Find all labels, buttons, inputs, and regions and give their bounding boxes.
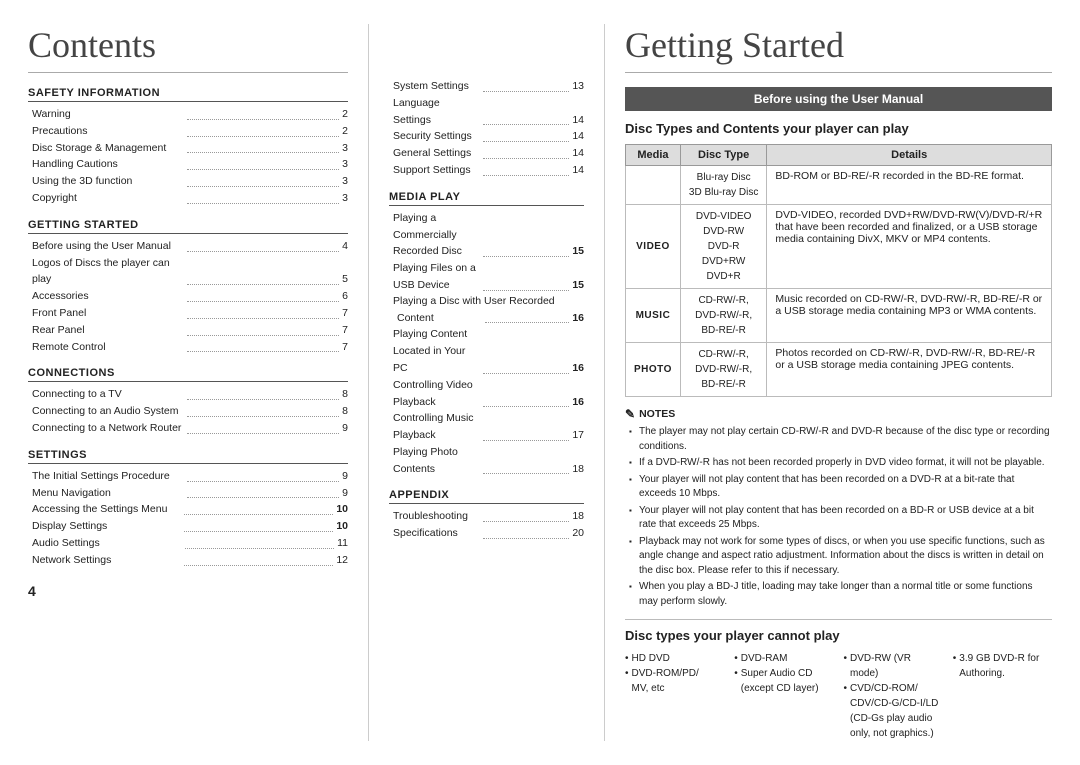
note-item: Playback may not work for some types of …	[629, 535, 1052, 579]
cannot-play-col: •DVD-RW (VRmode) •CVD/CD-ROM/CDV/CD-G/CD…	[844, 651, 943, 741]
toc-item: Menu Navigation9	[28, 485, 348, 502]
cannot-play-item: •3.9 GB DVD-R forAuthoring.	[953, 651, 1052, 681]
table-row: PHOTO CD-RW/-R, DVD-RW/-R, BD-RE/-R Phot…	[626, 343, 1052, 397]
cannot-play-item: •DVD-RW (VRmode)	[844, 651, 943, 681]
note-item: When you play a BD-J title, loading may …	[629, 580, 1052, 609]
toc-item: Playing Photo Contents18	[389, 444, 584, 478]
toc-item: Before using the User Manual4	[28, 238, 348, 255]
cannot-play-item: •CVD/CD-ROM/CDV/CD-G/CD-I/LD(CD-Gs play …	[844, 681, 943, 741]
toc-item: Support Settings14	[389, 162, 584, 179]
toc-item: Accessing the Settings Menu10	[28, 501, 348, 518]
table-cell-media	[626, 166, 681, 205]
table-cell-disc-type: DVD-VIDEO DVD-RW DVD-R DVD+RW DVD+R	[680, 205, 766, 289]
toc-item: Front Panel7	[28, 305, 348, 322]
section-connections: CONNECTIONS	[28, 367, 348, 382]
toc-item: Content16	[389, 310, 584, 327]
toc-item: Connecting to a TV8	[28, 386, 348, 403]
toc-item: Accessories6	[28, 288, 348, 305]
table-header-details: Details	[767, 145, 1052, 166]
getting-started-title: Getting Started	[625, 24, 1052, 73]
toc-item: Playing Content Located in Your PC16	[389, 326, 584, 376]
toc-item: The Initial Settings Procedure9	[28, 468, 348, 485]
section-appendix: APPENDIX	[389, 489, 584, 504]
toc-item: Remote Control7	[28, 339, 348, 356]
toc-item: Playing a Commercially Recorded Disc15	[389, 210, 584, 260]
toc-item: Connecting to a Network Router9	[28, 420, 348, 437]
toc-item: Logos of Discs the player can play5	[28, 255, 348, 289]
column-divider-2	[604, 24, 605, 741]
toc-item: Language Settings14	[389, 95, 584, 129]
page-number: 4	[28, 583, 348, 599]
disc-types-header: Disc Types and Contents your player can …	[625, 121, 1052, 136]
toc-item: Controlling Video Playback16	[389, 377, 584, 411]
notes-section: ✎ NOTES The player may not play certain …	[625, 407, 1052, 609]
toc-item: Copyright3	[28, 190, 348, 207]
table-header-disc-type: Disc Type	[680, 145, 766, 166]
note-item: If a DVD-RW/-R has not been recorded pro…	[629, 456, 1052, 471]
table-cell-disc-type: Blu-ray Disc 3D Blu-ray Disc	[680, 166, 766, 205]
table-row: VIDEO DVD-VIDEO DVD-RW DVD-R DVD+RW DVD+…	[626, 205, 1052, 289]
cannot-play-header: Disc types your player cannot play	[625, 619, 1052, 643]
section-media-play: MEDIA PLAY	[389, 191, 584, 206]
toc-item: Using the 3D function3	[28, 173, 348, 190]
toc-item: Connecting to an Audio System8	[28, 403, 348, 420]
note-item: The player may not play certain CD-RW/-R…	[629, 425, 1052, 454]
table-cell-disc-type: CD-RW/-R, DVD-RW/-R, BD-RE/-R	[680, 343, 766, 397]
toc-item-multiline: Playing a Disc with User Recorded	[389, 294, 584, 310]
section-settings: SETTINGS	[28, 449, 348, 464]
section-getting-started: GETTING STARTED	[28, 219, 348, 234]
toc-item: Rear Panel7	[28, 322, 348, 339]
toc-item: Troubleshooting18	[389, 508, 584, 525]
banner: Before using the User Manual	[625, 87, 1052, 111]
table-cell-media: PHOTO	[626, 343, 681, 397]
table-cell-details: DVD-VIDEO, recorded DVD+RW/DVD-RW(V)/DVD…	[767, 205, 1052, 289]
table-row: MUSIC CD-RW/-R, DVD-RW/-R, BD-RE/-R Musi…	[626, 289, 1052, 343]
table-cell-disc-type: CD-RW/-R, DVD-RW/-R, BD-RE/-R	[680, 289, 766, 343]
cannot-play-item: •DVD-RAM	[734, 651, 833, 666]
table-cell-details: Photos recorded on CD-RW/-R, DVD-RW/-R, …	[767, 343, 1052, 397]
cannot-play-item: •Super Audio CD(except CD layer)	[734, 666, 833, 696]
table-cell-media: VIDEO	[626, 205, 681, 289]
cannot-play-grid: •HD DVD •DVD-ROM/PD/MV, etc •DVD-RAM •Su…	[625, 651, 1052, 741]
toc-item: Network Settings12	[28, 552, 348, 569]
cannot-play-item: •HD DVD	[625, 651, 724, 666]
note-icon: ✎	[625, 407, 635, 421]
cannot-play-col: •HD DVD •DVD-ROM/PD/MV, etc	[625, 651, 724, 741]
table-row: Blu-ray Disc 3D Blu-ray Disc BD-ROM or B…	[626, 166, 1052, 205]
table-header-media: Media	[626, 145, 681, 166]
toc-item: Warning2	[28, 106, 348, 123]
toc-item: Precautions2	[28, 123, 348, 140]
table-cell-details: BD-ROM or BD-RE/-R recorded in the BD-RE…	[767, 166, 1052, 205]
disc-table: Media Disc Type Details Blu-ray Disc 3D …	[625, 144, 1052, 397]
toc-item: System Settings13	[389, 78, 584, 95]
toc-item: Disc Storage & Management3	[28, 140, 348, 157]
section-safety-information: SAFETY INFORMATION	[28, 87, 348, 102]
cannot-play-col: •DVD-RAM •Super Audio CD(except CD layer…	[734, 651, 833, 741]
note-item: Your player will not play content that h…	[629, 473, 1052, 502]
cannot-play-col: •3.9 GB DVD-R forAuthoring.	[953, 651, 1052, 741]
notes-header: ✎ NOTES	[625, 407, 1052, 421]
notes-label: NOTES	[639, 408, 675, 420]
cannot-play-item: •DVD-ROM/PD/MV, etc	[625, 666, 724, 696]
column-divider	[368, 24, 369, 741]
table-cell-media: MUSIC	[626, 289, 681, 343]
toc-item: Playing Files on a USB Device15	[389, 260, 584, 294]
toc-item: Controlling Music Playback17	[389, 410, 584, 444]
toc-item-handling-cautions: Handling Cautions3	[28, 156, 348, 173]
notes-list: The player may not play certain CD-RW/-R…	[625, 425, 1052, 609]
toc-item: Audio Settings11	[28, 535, 348, 552]
table-cell-details: Music recorded on CD-RW/-R, DVD-RW/-R, B…	[767, 289, 1052, 343]
toc-item: Specifications20	[389, 525, 584, 542]
toc-item: General Settings14	[389, 145, 584, 162]
toc-item: Display Settings10	[28, 518, 348, 535]
note-item: Your player will not play content that h…	[629, 504, 1052, 533]
contents-title: Contents	[28, 24, 348, 73]
toc-item: Security Settings14	[389, 128, 584, 145]
